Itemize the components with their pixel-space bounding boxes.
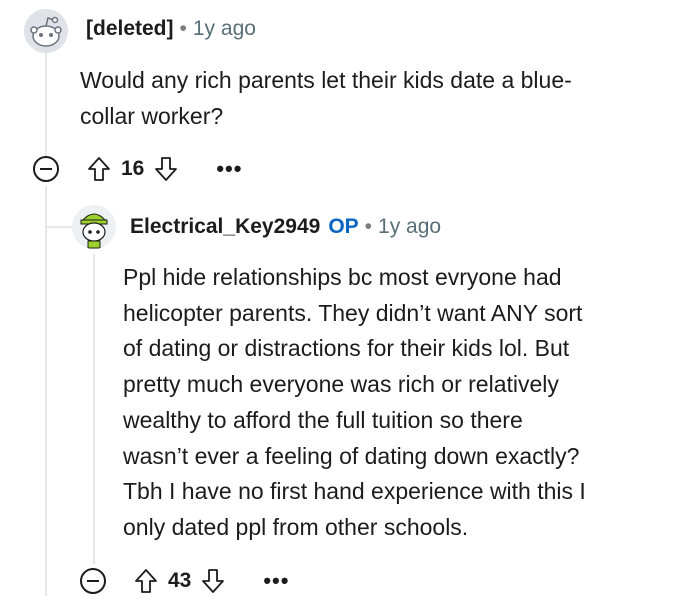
- more-options-icon[interactable]: •••: [216, 158, 242, 180]
- thread-line: [93, 254, 95, 564]
- comment-action-bar: 43 •••: [80, 564, 289, 598]
- vote-count: 43: [168, 569, 192, 592]
- upvote-arrow-icon[interactable]: [87, 156, 111, 182]
- comment-author[interactable]: [deleted]: [86, 17, 174, 40]
- comment-action-bar: 16 •••: [33, 152, 242, 186]
- comment-author[interactable]: Electrical_Key2949: [130, 215, 320, 238]
- comment-body: Would any rich parents let their kids da…: [80, 63, 680, 134]
- vote-count: 16: [121, 157, 145, 180]
- comment-timestamp: 1y ago: [192, 17, 256, 40]
- snoo-green-hat-avatar-icon: [72, 205, 116, 249]
- snoo-deleted-avatar-icon: [24, 9, 68, 53]
- comment-line: collar worker?: [80, 102, 224, 129]
- thread-line: [45, 186, 47, 596]
- collapse-button[interactable]: [80, 568, 106, 594]
- comment-line: wealthy to afford the full tuition so th…: [123, 406, 523, 433]
- comment-line: Would any rich parents let their kids da…: [80, 67, 572, 93]
- upvote-arrow-icon[interactable]: [134, 568, 158, 594]
- op-badge: OP: [328, 215, 359, 238]
- comment-line: helicopter parents. They didn’t want ANY…: [123, 299, 583, 326]
- comment-meta: [deleted] • 1y ago: [86, 16, 256, 42]
- separator-dot: •: [179, 17, 187, 40]
- comment-line: pretty much everyone was rich or relativ…: [123, 371, 559, 398]
- downvote-arrow-icon[interactable]: [154, 156, 178, 182]
- comment-timestamp: 1y ago: [378, 215, 442, 238]
- collapse-button[interactable]: [33, 156, 59, 182]
- downvote-arrow-icon[interactable]: [201, 568, 225, 594]
- thread-branch-line: [45, 226, 73, 228]
- separator-dot: •: [364, 215, 373, 238]
- comment-line: Ppl hide relationships bc most evryone h…: [123, 264, 562, 290]
- collapse-icon: [87, 580, 99, 582]
- comment-line: wasn’t ever a feeling of dating down exa…: [123, 442, 580, 469]
- more-options-icon[interactable]: •••: [263, 570, 289, 592]
- avatar[interactable]: [24, 9, 68, 53]
- comment-body: Ppl hide relationships bc most evryone h…: [123, 260, 683, 546]
- comment-line: of dating or distractions for their kids…: [123, 335, 570, 362]
- collapse-icon: [40, 168, 52, 170]
- comment-line: Tbh I have no first hand experience with…: [123, 478, 586, 505]
- avatar[interactable]: [72, 205, 116, 249]
- comment-meta: Electrical_Key2949 OP • 1y ago: [130, 214, 441, 240]
- thread-line: [45, 48, 47, 156]
- comment-line: only dated ppl from other schools.: [123, 513, 469, 540]
